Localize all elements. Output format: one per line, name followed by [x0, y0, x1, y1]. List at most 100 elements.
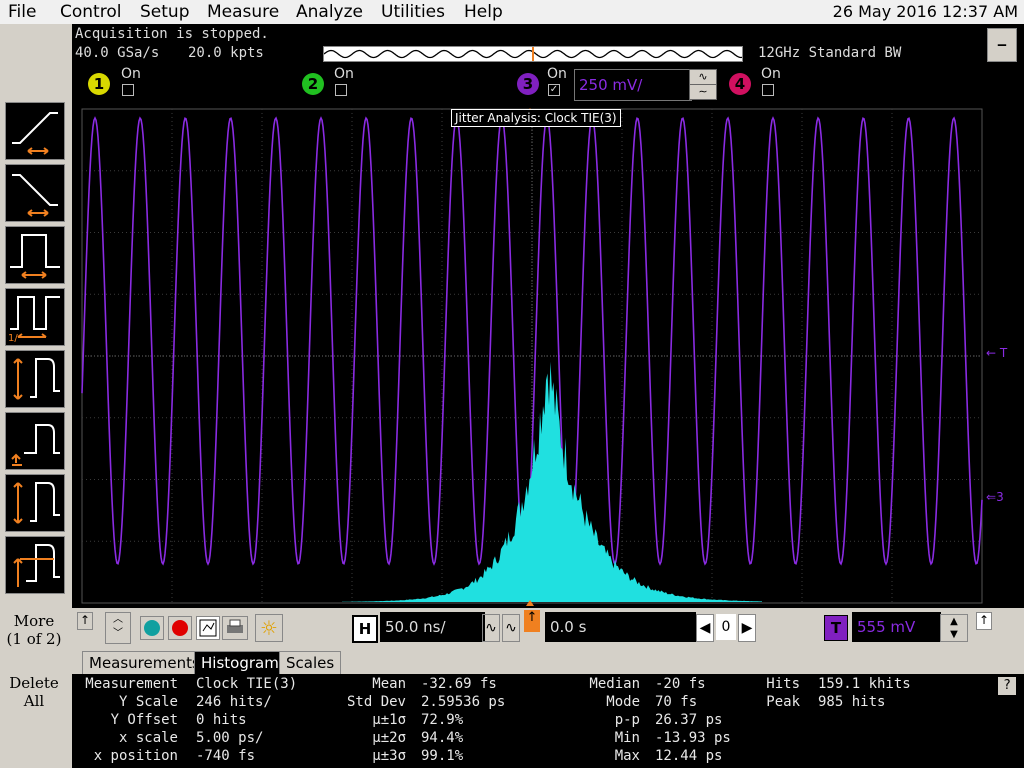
more-page-label: (1 of 2) [6, 630, 62, 648]
amplitude-icon [13, 358, 60, 400]
channel-3-scale-field[interactable]: 250 mV/ [574, 69, 692, 101]
pulse-width-icon [10, 234, 60, 279]
channel-3-badge[interactable]: 3 [517, 73, 539, 95]
date-time: 26 May 2016 12:37 AM [832, 2, 1018, 21]
channel-1-on-label: On [121, 66, 141, 82]
result-tabs: Measurements Histogram Scales [72, 648, 1024, 674]
trigger-label[interactable]: T [824, 615, 848, 641]
trigger-level-field[interactable]: 555 mV [852, 612, 941, 642]
sun-icon: ☼ [260, 616, 278, 640]
wave-up-icon: ∿ [698, 70, 708, 83]
jitter-analysis-label: Jitter Analysis: Clock TIE(3) [451, 109, 621, 127]
right-triangle-icon: ▶ [741, 620, 753, 636]
channel-1-badge[interactable]: 1 [88, 73, 110, 95]
up-chevron-icon: ︿ [113, 614, 123, 625]
down-triangle-icon: ▼ [950, 629, 958, 640]
top-button[interactable] [5, 536, 65, 594]
timebase-coarse-button[interactable]: ∿ [502, 614, 520, 642]
single-icon [199, 619, 217, 637]
trigger-marker-text: T [999, 346, 1008, 360]
result-value: 26.37 ps [655, 712, 723, 728]
down-chevron-icon: ﹀ [113, 628, 123, 639]
more-label: More [13, 612, 55, 630]
run-button[interactable] [140, 616, 164, 640]
result-value: -32.69 fs [421, 676, 497, 692]
delay-field[interactable]: 0.0 s [545, 612, 696, 642]
result-label: x position [93, 748, 178, 764]
up-triangle-icon: ▲ [950, 616, 958, 627]
acquisition-overview-bar[interactable] [323, 46, 743, 62]
tab-histogram[interactable]: Histogram [194, 651, 286, 674]
channel-2-checkbox[interactable] [335, 84, 347, 96]
result-label: Max [614, 748, 640, 764]
waveform-display[interactable]: Jitter Analysis: Clock TIE(3) ← T ⇐3 [72, 106, 1024, 608]
wave-fine-icon: ∿ [485, 620, 497, 636]
channel-4-badge[interactable]: 4 [729, 73, 751, 95]
channel-1-checkbox[interactable] [122, 84, 134, 96]
menu-control[interactable]: Control [60, 2, 121, 22]
menu-setup[interactable]: Setup [140, 2, 189, 22]
delay-left-button[interactable]: ◀ [696, 614, 714, 642]
result-value: 12.44 ps [655, 748, 723, 764]
trigger-level-stepper[interactable]: ▲ ▼ [940, 614, 968, 642]
wave-down-icon: ∼ [698, 85, 708, 98]
period-button[interactable]: 1/ [5, 288, 65, 346]
channel-2-on-label: On [334, 66, 354, 82]
base-button[interactable] [5, 412, 65, 470]
channel-bar: 1 On 2 On 3 On ✓ 250 mV/ ∿ ∼ 4 On [72, 66, 1024, 106]
result-label: Median [589, 676, 640, 692]
result-label: Y Scale [118, 694, 178, 710]
expand-button[interactable]: ↑ [976, 612, 992, 630]
left-toolbar: 1/ More (1 of 2) Delete All [0, 24, 72, 768]
result-value: 70 fs [655, 694, 698, 710]
timebase-fine-button[interactable]: ∿ [482, 614, 500, 642]
channel-4-checkbox[interactable] [762, 84, 774, 96]
minimize-button[interactable]: — [987, 28, 1017, 62]
tab-measurements[interactable]: Measurements [82, 651, 207, 674]
menu-help[interactable]: Help [464, 2, 503, 22]
pulse-width-button[interactable] [5, 226, 65, 284]
falling-edge-icon [12, 174, 58, 217]
help-button[interactable]: ? [998, 677, 1016, 695]
amplitude-button[interactable] [5, 350, 65, 408]
result-value: 159.1 khits [818, 676, 911, 692]
menu-utilities[interactable]: Utilities [381, 2, 445, 22]
menu-analyze[interactable]: Analyze [296, 2, 363, 22]
result-value: -20 fs [655, 676, 706, 692]
peak-to-peak-button[interactable] [5, 474, 65, 532]
result-label: Mean [372, 676, 406, 692]
delay-right-button[interactable]: ▶ [738, 614, 756, 642]
more-button[interactable]: More (1 of 2) [4, 612, 64, 648]
delete-all-button[interactable]: Delete All [4, 674, 64, 710]
result-label: Std Dev [346, 694, 406, 710]
channel-3-scale-up[interactable]: ∿ [689, 69, 717, 85]
result-value: Clock TIE(3) [196, 676, 298, 692]
delay-position: 0 [716, 614, 736, 640]
result-value: 5.00 ps/ [196, 730, 264, 746]
horizontal-label[interactable]: H [352, 615, 378, 643]
falling-edge-trigger-button[interactable] [5, 164, 65, 222]
waveform-graticule [81, 108, 983, 606]
brightness-button[interactable]: ☼ [255, 614, 283, 642]
histogram-results: Measurement Clock TIE(3) Y Scale 246 hits/Y… [72, 674, 1024, 768]
channel-3-scale-down[interactable]: ∼ [689, 84, 717, 100]
channel-2-badge[interactable]: 2 [302, 73, 324, 95]
stop-button[interactable] [168, 616, 192, 640]
channel-3-checkbox[interactable]: ✓ [548, 84, 560, 96]
print-button[interactable] [222, 616, 248, 640]
result-value: 94.4% [421, 730, 464, 746]
help-icon: ? [1003, 678, 1011, 693]
tab-scales[interactable]: Scales [279, 651, 342, 674]
scroll-up-arrow[interactable]: ↑ [77, 612, 93, 630]
result-value: 985 hits [818, 694, 886, 710]
timebase-field[interactable]: 50.0 ns/ [380, 612, 485, 642]
delay-reference-button[interactable]: ↑ [524, 610, 540, 632]
result-label: Y Offset [110, 712, 178, 728]
channel-3-ground-marker[interactable]: ⇐3 [986, 490, 1004, 504]
single-button[interactable] [196, 616, 220, 640]
rising-edge-trigger-button[interactable] [5, 102, 65, 160]
menu-measure[interactable]: Measure [207, 2, 279, 22]
trigger-level-marker[interactable]: ← T [986, 346, 1007, 360]
vertical-scroll-control[interactable]: ︿ ﹀ [105, 612, 131, 644]
menu-file[interactable]: File [8, 2, 36, 22]
